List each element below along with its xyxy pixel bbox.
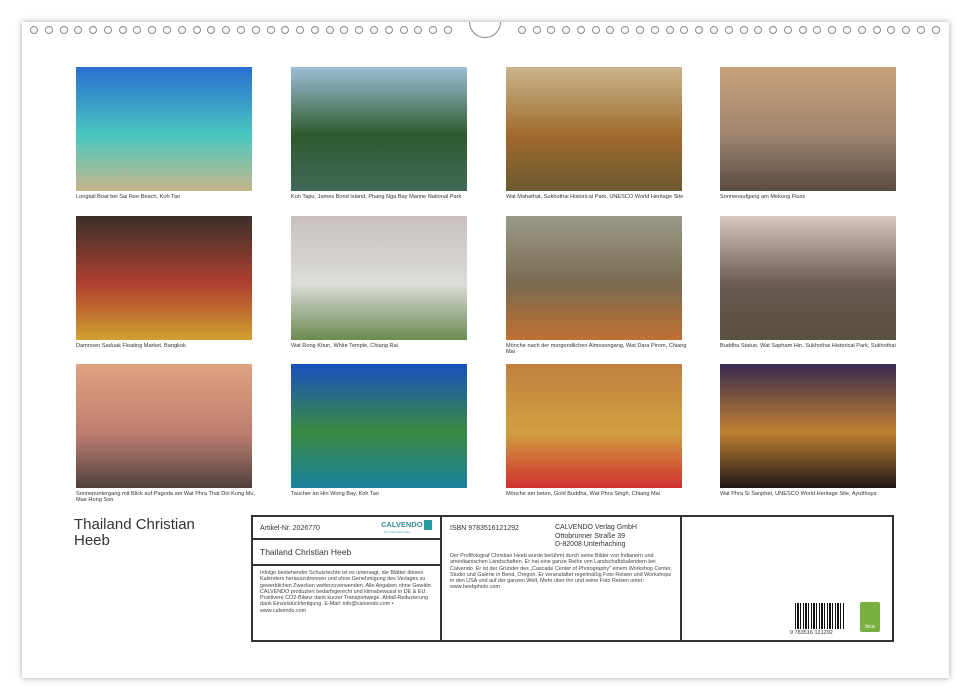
photo-caption: Sonnenuntergang mit Blick auf Pagoda am … bbox=[76, 491, 266, 504]
calendar-photo bbox=[76, 364, 252, 488]
photo-caption: Buddha Statue, Wat Sapham Hin, Sukhothai… bbox=[720, 343, 910, 349]
binding-ring bbox=[547, 26, 555, 34]
binding-ring bbox=[163, 26, 171, 34]
calendar-photo bbox=[291, 364, 467, 488]
binding-ring bbox=[666, 26, 674, 34]
binding-ring bbox=[237, 26, 245, 34]
photo-caption: Mönche am beten, Gold Buddha, Wat Phra S… bbox=[506, 491, 696, 497]
binding-ring bbox=[828, 26, 836, 34]
binding-ring bbox=[385, 26, 393, 34]
binding-ring bbox=[710, 26, 718, 34]
photo-caption: Longtail Boat bei Sai Ree Beach, Koh Tao bbox=[76, 194, 266, 200]
product-title: Thailand Christian Heeb bbox=[260, 547, 351, 557]
photo-caption: Wat Mahathat, Sukhothai Historical Park,… bbox=[506, 194, 696, 200]
binding-ring bbox=[887, 26, 895, 34]
calvendo-logo-icon bbox=[424, 520, 432, 530]
binding-ring bbox=[119, 26, 127, 34]
binding-ring bbox=[813, 26, 821, 34]
binding-ring bbox=[193, 26, 201, 34]
binding-ring bbox=[932, 26, 940, 34]
photo-caption: Sonnenaufgang am Mekong Fluss bbox=[720, 194, 910, 200]
binding-ring bbox=[252, 26, 260, 34]
binding-ring bbox=[651, 26, 659, 34]
binding-ring bbox=[873, 26, 881, 34]
binding-ring bbox=[917, 26, 925, 34]
binding-ring bbox=[754, 26, 762, 34]
binding-ring bbox=[902, 26, 910, 34]
binding-ring bbox=[799, 26, 807, 34]
eco-label-logo: feca bbox=[860, 602, 880, 632]
binding-ring bbox=[148, 26, 156, 34]
binding-ring bbox=[400, 26, 408, 34]
calendar-photo bbox=[720, 364, 896, 488]
photo-caption: Wat Rong Khun, White Temple, Chiang Rai bbox=[291, 343, 481, 349]
binding-ring bbox=[326, 26, 334, 34]
author-description: Der Profifotograf Christian Heeb wurde b… bbox=[450, 553, 672, 591]
binding-ring bbox=[89, 26, 97, 34]
calendar-photo bbox=[291, 216, 467, 340]
binding-ring bbox=[355, 26, 363, 34]
binding-ring bbox=[104, 26, 112, 34]
photo-caption: Taucher an Hin Wong Bay, Koh Tao bbox=[291, 491, 481, 497]
photo-caption: Mönche nach der morgendlichen Almosengan… bbox=[506, 343, 696, 356]
barcode bbox=[795, 603, 845, 629]
article-number: Artikel-Nr. 2026770 bbox=[260, 525, 320, 532]
legal-text: Infolge bestehender Schutzrechte ist es … bbox=[260, 570, 438, 614]
calendar-photo bbox=[506, 216, 682, 340]
binding-ring bbox=[414, 26, 422, 34]
binding-ring bbox=[533, 26, 541, 34]
publisher-address: CALVENDO Verlag GmbHOttobrunner Straße 3… bbox=[555, 524, 637, 550]
binding-ring bbox=[444, 26, 452, 34]
binding-ring bbox=[133, 26, 141, 34]
binding-ring bbox=[74, 26, 82, 34]
calendar-photo bbox=[506, 364, 682, 488]
binding-ring bbox=[370, 26, 378, 34]
calvendo-logo: CALVENDO bbox=[381, 520, 423, 529]
binding-ring bbox=[296, 26, 304, 34]
binding-ring bbox=[769, 26, 777, 34]
photo-caption: Wat Phra Si Sanphet, UNESCO World Herita… bbox=[720, 491, 910, 497]
calendar-photo bbox=[291, 67, 467, 191]
photo-caption: Damnoen Saduak Floating Market, Bangkok bbox=[76, 343, 266, 349]
binding-ring bbox=[858, 26, 866, 34]
isbn: ISBN 9783516121292 bbox=[450, 525, 519, 532]
binding-ring bbox=[843, 26, 851, 34]
calendar-photo bbox=[76, 67, 252, 191]
binding-ring bbox=[621, 26, 629, 34]
binding-ring bbox=[695, 26, 703, 34]
binding-ring bbox=[592, 26, 600, 34]
binding-ring bbox=[178, 26, 186, 34]
binding-ring bbox=[340, 26, 348, 34]
calendar-photo bbox=[720, 67, 896, 191]
barcode-number: 9 783516 121292 bbox=[790, 630, 833, 636]
binding-ring bbox=[518, 26, 526, 34]
calendar-photo bbox=[720, 216, 896, 340]
binding-ring bbox=[429, 26, 437, 34]
binding-ring bbox=[45, 26, 53, 34]
binding-ring bbox=[281, 26, 289, 34]
calendar-title: Thailand Christian Heeb bbox=[74, 517, 224, 549]
binding-ring bbox=[207, 26, 215, 34]
binding-ring bbox=[577, 26, 585, 34]
binding-ring bbox=[784, 26, 792, 34]
calendar-photo bbox=[506, 67, 682, 191]
binding-ring bbox=[740, 26, 748, 34]
binding-ring bbox=[562, 26, 570, 34]
photo-caption: Koh Tapu, James Bond Island, Phang Nga B… bbox=[291, 194, 481, 200]
binding-ring bbox=[606, 26, 614, 34]
binding-ring bbox=[222, 26, 230, 34]
binding-ring bbox=[60, 26, 68, 34]
calendar-photo bbox=[76, 216, 252, 340]
binding-ring bbox=[636, 26, 644, 34]
brand-tagline: Der Kalenderverlag bbox=[384, 530, 410, 534]
binding-ring bbox=[267, 26, 275, 34]
binding-ring bbox=[680, 26, 688, 34]
binding-ring bbox=[311, 26, 319, 34]
binding-ring bbox=[725, 26, 733, 34]
binding-ring bbox=[30, 26, 38, 34]
